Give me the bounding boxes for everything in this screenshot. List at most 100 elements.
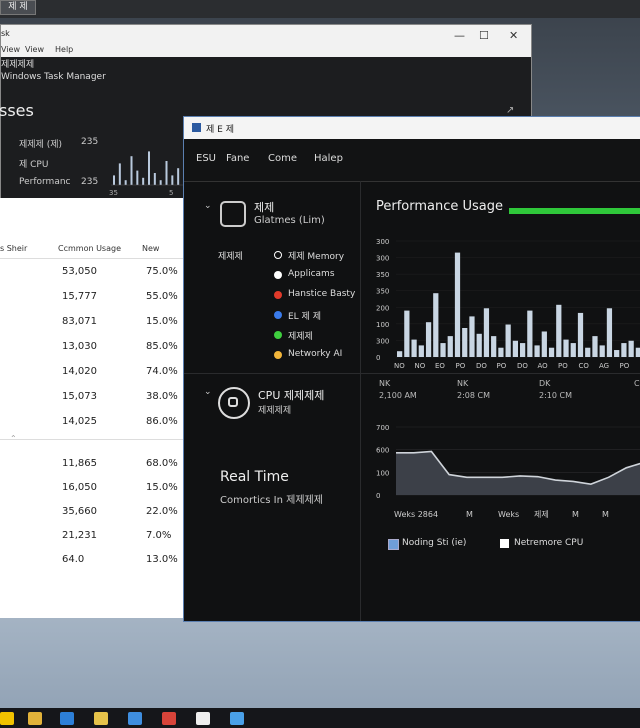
legend-dot	[274, 311, 282, 319]
col-header-new[interactable]: New	[142, 244, 159, 253]
cell-usage: 14,020	[62, 366, 97, 377]
legend-label: Applicams	[288, 269, 335, 279]
maximize-icon[interactable]: ☐	[479, 29, 489, 42]
start-icon[interactable]	[0, 712, 14, 725]
cell-new: 7.0%	[146, 530, 172, 541]
taskbar	[0, 708, 640, 728]
disk-subtitle: Glatmes (Lim)	[254, 215, 325, 226]
table-row[interactable]: 64.0 13.0%	[0, 552, 184, 570]
mini-x-label: 35	[109, 189, 118, 197]
settings-icon[interactable]	[230, 712, 244, 725]
close-icon[interactable]: ✕	[509, 29, 518, 42]
mini-bar	[142, 177, 145, 185]
menu-item-come[interactable]: Come	[268, 153, 297, 164]
table-row[interactable]: 14,020 74.0%	[0, 364, 184, 382]
menu-item-help[interactable]: Help	[55, 45, 73, 54]
back-window-titlebar[interactable]: sk — ☐ ✕	[1, 25, 531, 45]
table-row[interactable]: 21,231 7.0%	[0, 528, 184, 546]
table-row[interactable]: 15,073 38.0%	[0, 389, 184, 407]
bar	[404, 310, 410, 357]
bar	[512, 340, 518, 357]
legend-label-noding: Noding Sti (ie)	[402, 538, 467, 548]
mini-cpu-chart: 35 5	[109, 151, 187, 197]
bar-y-tick: 0	[376, 354, 380, 362]
cell-new: 15.0%	[146, 482, 178, 493]
table-row[interactable]: 53,050 75.0%	[0, 264, 184, 282]
cpu-chevron-down-icon[interactable]: ⌄	[204, 387, 212, 397]
legend-label-netremore: Netremore CPU	[514, 538, 584, 548]
line-x-tick: Weks 2864	[394, 510, 438, 519]
group-chevron-icon[interactable]: ⌃	[10, 434, 17, 443]
taskmgr-icon[interactable]	[196, 712, 210, 725]
table-row[interactable]: 15,777 55.0%	[0, 289, 184, 307]
table-row[interactable]: 14,025 86.0%	[0, 414, 184, 432]
bar	[425, 322, 432, 357]
bar	[599, 345, 605, 357]
bar	[469, 316, 475, 357]
line-y-tick: 700	[376, 424, 389, 432]
bar	[447, 336, 453, 357]
minimize-icon[interactable]: —	[454, 29, 465, 42]
menu-item-view[interactable]: View	[1, 45, 20, 54]
bar	[563, 339, 569, 357]
cpu-line-chart: 700 600 100 0 Weks 2864 M Weks 제제 M M	[376, 424, 640, 519]
line-y-tick: 100	[376, 469, 389, 477]
legend-dot	[274, 331, 282, 339]
mini-bar	[124, 180, 127, 185]
edge-icon[interactable]	[60, 712, 74, 725]
folder-icon[interactable]	[94, 712, 108, 725]
mini-bar	[113, 175, 115, 185]
top-bar	[0, 0, 640, 18]
table-row[interactable]: 35,660 22.0%	[0, 504, 184, 522]
front-window-titlebar[interactable]: 제 E 제	[184, 117, 640, 139]
time-header-time: 2:08 CM	[457, 391, 490, 400]
summary-label-2: 제 CPU	[19, 160, 49, 170]
expand-arrow-icon[interactable]: ↗	[506, 105, 514, 116]
vertical-divider	[360, 181, 361, 621]
header-line2: Windows Task Manager	[1, 72, 106, 82]
disk-chevron-down-icon[interactable]: ⌄	[204, 201, 212, 211]
performance-window[interactable]: 제 E 제 ESU Fane Come Halep ⌄ 제제 Glatmes (…	[183, 116, 640, 622]
table-row[interactable]: 11,865 68.0%	[0, 456, 184, 474]
legend-swatch-noding	[388, 539, 399, 550]
time-header-time: 2,100 AM	[379, 391, 417, 400]
bar	[498, 347, 504, 357]
bar-y-tick: 100	[376, 321, 389, 329]
legend-label: Hanstice Basty	[288, 289, 356, 299]
bar	[397, 351, 403, 357]
legend-dot	[274, 251, 282, 259]
legend-label: 제제 Memory	[288, 252, 345, 262]
bar	[462, 328, 468, 357]
cell-new: 38.0%	[146, 391, 178, 402]
top-bar-button[interactable]: 제 제	[0, 0, 36, 15]
mini-bar	[177, 168, 180, 185]
bar	[527, 310, 533, 357]
summary-label-3: Performanc	[19, 177, 71, 187]
col-header-name[interactable]: s Sheir	[0, 244, 27, 253]
store-icon[interactable]	[128, 712, 142, 725]
cell-new: 22.0%	[146, 506, 178, 517]
chrome-icon[interactable]	[162, 712, 176, 725]
table-row[interactable]: 13,030 85.0%	[0, 339, 184, 357]
legend-header: 제제제	[218, 252, 243, 262]
menu-item-view-2[interactable]: View	[25, 45, 44, 54]
time-header-time: 2:10 CM	[539, 391, 572, 400]
table-row[interactable]: 83,071 15.0%	[0, 314, 184, 332]
cell-usage: 35,660	[62, 506, 97, 517]
menu-item-halep[interactable]: Halep	[314, 153, 343, 164]
bar	[440, 343, 446, 357]
back-window-title: sk	[1, 29, 10, 38]
bar-y-tick: 350	[376, 288, 389, 296]
mini-bar	[130, 156, 133, 185]
table-row[interactable]: 16,050 15.0%	[0, 480, 184, 498]
bar-x-tick: DO	[476, 362, 487, 370]
cell-new: 85.0%	[146, 341, 178, 352]
menu-item-fane[interactable]: Fane	[226, 153, 249, 164]
explorer-icon[interactable]	[28, 712, 42, 725]
time-header-label: DK	[539, 379, 551, 388]
bar	[635, 347, 640, 357]
col-header-usage[interactable]: Ccmmon Usage	[58, 244, 121, 253]
menu-item-esu[interactable]: ESU	[196, 153, 216, 164]
bar	[621, 343, 627, 357]
mini-bar	[171, 175, 174, 185]
